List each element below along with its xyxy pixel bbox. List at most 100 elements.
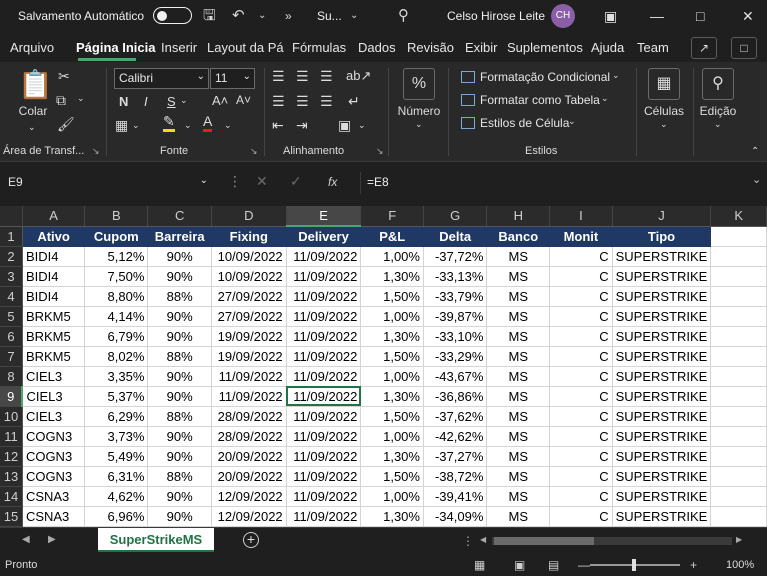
scroll-thumb[interactable] bbox=[494, 537, 594, 545]
header-cell-a[interactable]: Ativo bbox=[22, 226, 86, 247]
number-label[interactable]: Número bbox=[396, 104, 442, 118]
paste-label[interactable]: Colar bbox=[17, 104, 49, 118]
format-painter-icon[interactable]: 🖌 bbox=[57, 116, 75, 133]
cell-styles-icon[interactable] bbox=[461, 117, 475, 129]
cell-j[interactable]: SUPERSTRIKE bbox=[612, 266, 712, 287]
cell-h[interactable]: MS bbox=[486, 426, 551, 447]
cell-j[interactable]: SUPERSTRIKE bbox=[612, 446, 712, 467]
empty-cell[interactable] bbox=[710, 326, 767, 347]
number-format-icon[interactable]: % bbox=[403, 68, 435, 100]
cell-d[interactable]: 19/09/2022 bbox=[211, 326, 287, 347]
cell-h[interactable]: MS bbox=[486, 466, 551, 487]
cell-c[interactable]: 90% bbox=[147, 366, 212, 387]
copy-icon[interactable]: ⧉ bbox=[56, 92, 66, 109]
cell-f[interactable]: 1,50% bbox=[360, 466, 424, 487]
cell-i[interactable]: C bbox=[549, 246, 613, 267]
cell-b[interactable]: 6,79% bbox=[84, 326, 149, 347]
cell-i[interactable]: C bbox=[549, 326, 613, 347]
header-cell-c[interactable]: Barreira bbox=[147, 226, 212, 247]
cell-g[interactable]: -33,29% bbox=[423, 346, 488, 367]
merge-dropdown-icon[interactable]: ⌄ bbox=[358, 120, 366, 131]
cell-a[interactable]: COGN3 bbox=[22, 446, 86, 467]
cell-e[interactable]: 11/09/2022 bbox=[286, 306, 362, 327]
cell-g[interactable]: -33,10% bbox=[423, 326, 488, 347]
cell-a[interactable]: COGN3 bbox=[22, 426, 86, 447]
cell-i[interactable]: C bbox=[549, 306, 613, 327]
align-top-icon[interactable]: ☰ bbox=[272, 68, 285, 85]
cell-b[interactable]: 6,96% bbox=[84, 506, 149, 527]
cell-j[interactable]: SUPERSTRIKE bbox=[612, 426, 712, 447]
cell-e[interactable]: 11/09/2022 bbox=[286, 286, 362, 307]
cell-g[interactable]: -38,72% bbox=[423, 466, 488, 487]
cell-h[interactable]: MS bbox=[486, 406, 551, 427]
cell-i[interactable]: C bbox=[549, 366, 613, 387]
align-right-icon[interactable]: ☰ bbox=[320, 93, 333, 110]
row-header[interactable]: 15 bbox=[0, 506, 23, 527]
row-header[interactable]: 6 bbox=[0, 326, 23, 347]
cell-f[interactable]: 1,50% bbox=[360, 346, 424, 367]
tab-inserir[interactable]: Inserir bbox=[161, 40, 197, 55]
zoom-in-icon[interactable]: + bbox=[690, 558, 697, 572]
wrap-text-icon[interactable]: ↵ bbox=[348, 93, 360, 110]
cell-e[interactable]: 11/09/2022 bbox=[286, 406, 362, 427]
row-header[interactable]: 8 bbox=[0, 366, 23, 387]
header-cell-b[interactable]: Cupom bbox=[84, 226, 149, 247]
ribbon-display-icon[interactable]: ▣ bbox=[604, 6, 617, 26]
cell-g[interactable]: -43,67% bbox=[423, 366, 488, 387]
cell-h[interactable]: MS bbox=[486, 386, 551, 407]
column-header-d[interactable]: D bbox=[211, 206, 287, 227]
cell-j[interactable]: SUPERSTRIKE bbox=[612, 346, 712, 367]
format-table-button[interactable]: Formatar como Tabela bbox=[480, 93, 600, 107]
align-bottom-icon[interactable]: ☰ bbox=[320, 68, 333, 85]
cell-j[interactable]: SUPERSTRIKE bbox=[612, 286, 712, 307]
decrease-indent-icon[interactable]: ⇤ bbox=[272, 117, 284, 134]
cell-e[interactable]: 11/09/2022 bbox=[286, 486, 362, 507]
cell-a[interactable]: CIEL3 bbox=[22, 386, 86, 407]
cell-i[interactable]: C bbox=[549, 346, 613, 367]
tab-arquivo[interactable]: Arquivo bbox=[10, 40, 54, 55]
doc-dropdown-icon[interactable]: ⌄ bbox=[350, 6, 358, 26]
share-button[interactable]: ↗ bbox=[691, 37, 717, 59]
cell-h[interactable]: MS bbox=[486, 506, 551, 527]
cell-a[interactable]: BRKM5 bbox=[22, 346, 86, 367]
cell-g[interactable]: -36,86% bbox=[423, 386, 488, 407]
cell-b[interactable]: 5,37% bbox=[84, 386, 149, 407]
cell-j[interactable]: SUPERSTRIKE bbox=[612, 306, 712, 327]
cell-b[interactable]: 8,02% bbox=[84, 346, 149, 367]
row-header[interactable]: 3 bbox=[0, 266, 23, 287]
cell-d[interactable]: 27/09/2022 bbox=[211, 286, 287, 307]
tab-team[interactable]: Team bbox=[637, 40, 669, 55]
page-break-icon[interactable]: ▤ bbox=[548, 558, 559, 572]
cell-e[interactable]: 11/09/2022 bbox=[286, 426, 362, 447]
row-header[interactable]: 13 bbox=[0, 466, 23, 487]
cell-a[interactable]: BIDI4 bbox=[22, 266, 86, 287]
empty-cell[interactable] bbox=[710, 506, 767, 527]
cell-f[interactable]: 1,00% bbox=[360, 426, 424, 447]
cell-a[interactable]: CIEL3 bbox=[22, 366, 86, 387]
scroll-right-icon[interactable]: ▶ bbox=[736, 535, 742, 544]
cell-i[interactable]: C bbox=[549, 446, 613, 467]
insert-function-icon[interactable]: fx bbox=[328, 175, 337, 189]
cell-i[interactable]: C bbox=[549, 466, 613, 487]
cell-f[interactable]: 1,50% bbox=[360, 406, 424, 427]
cell-e[interactable]: 11/09/2022 bbox=[286, 366, 362, 387]
autosave-toggle[interactable] bbox=[153, 7, 192, 24]
cell-b[interactable]: 4,62% bbox=[84, 486, 149, 507]
row-header[interactable]: 1 bbox=[0, 226, 23, 247]
row-header[interactable]: 9 bbox=[0, 386, 24, 407]
cell-e[interactable]: 11/09/2022 bbox=[286, 466, 362, 487]
tab-layout[interactable]: Layout da Pá bbox=[207, 40, 284, 55]
zoom-out-icon[interactable]: — bbox=[578, 558, 590, 572]
cell-g[interactable]: -39,87% bbox=[423, 306, 488, 327]
header-cell-f[interactable]: P&L bbox=[360, 226, 424, 247]
empty-cell[interactable] bbox=[710, 486, 767, 507]
editing-search-icon[interactable]: ⚲ bbox=[702, 68, 734, 100]
cell-c[interactable]: 90% bbox=[147, 446, 212, 467]
font-color-icon[interactable]: A bbox=[203, 114, 213, 132]
shrink-font-icon[interactable]: A˅ bbox=[236, 93, 251, 107]
empty-cell[interactable] bbox=[710, 266, 767, 287]
cell-f[interactable]: 1,00% bbox=[360, 306, 424, 327]
cell-f[interactable]: 1,30% bbox=[360, 326, 424, 347]
cell-c[interactable]: 88% bbox=[147, 406, 212, 427]
cell-e[interactable]: 11/09/2022 bbox=[286, 346, 362, 367]
